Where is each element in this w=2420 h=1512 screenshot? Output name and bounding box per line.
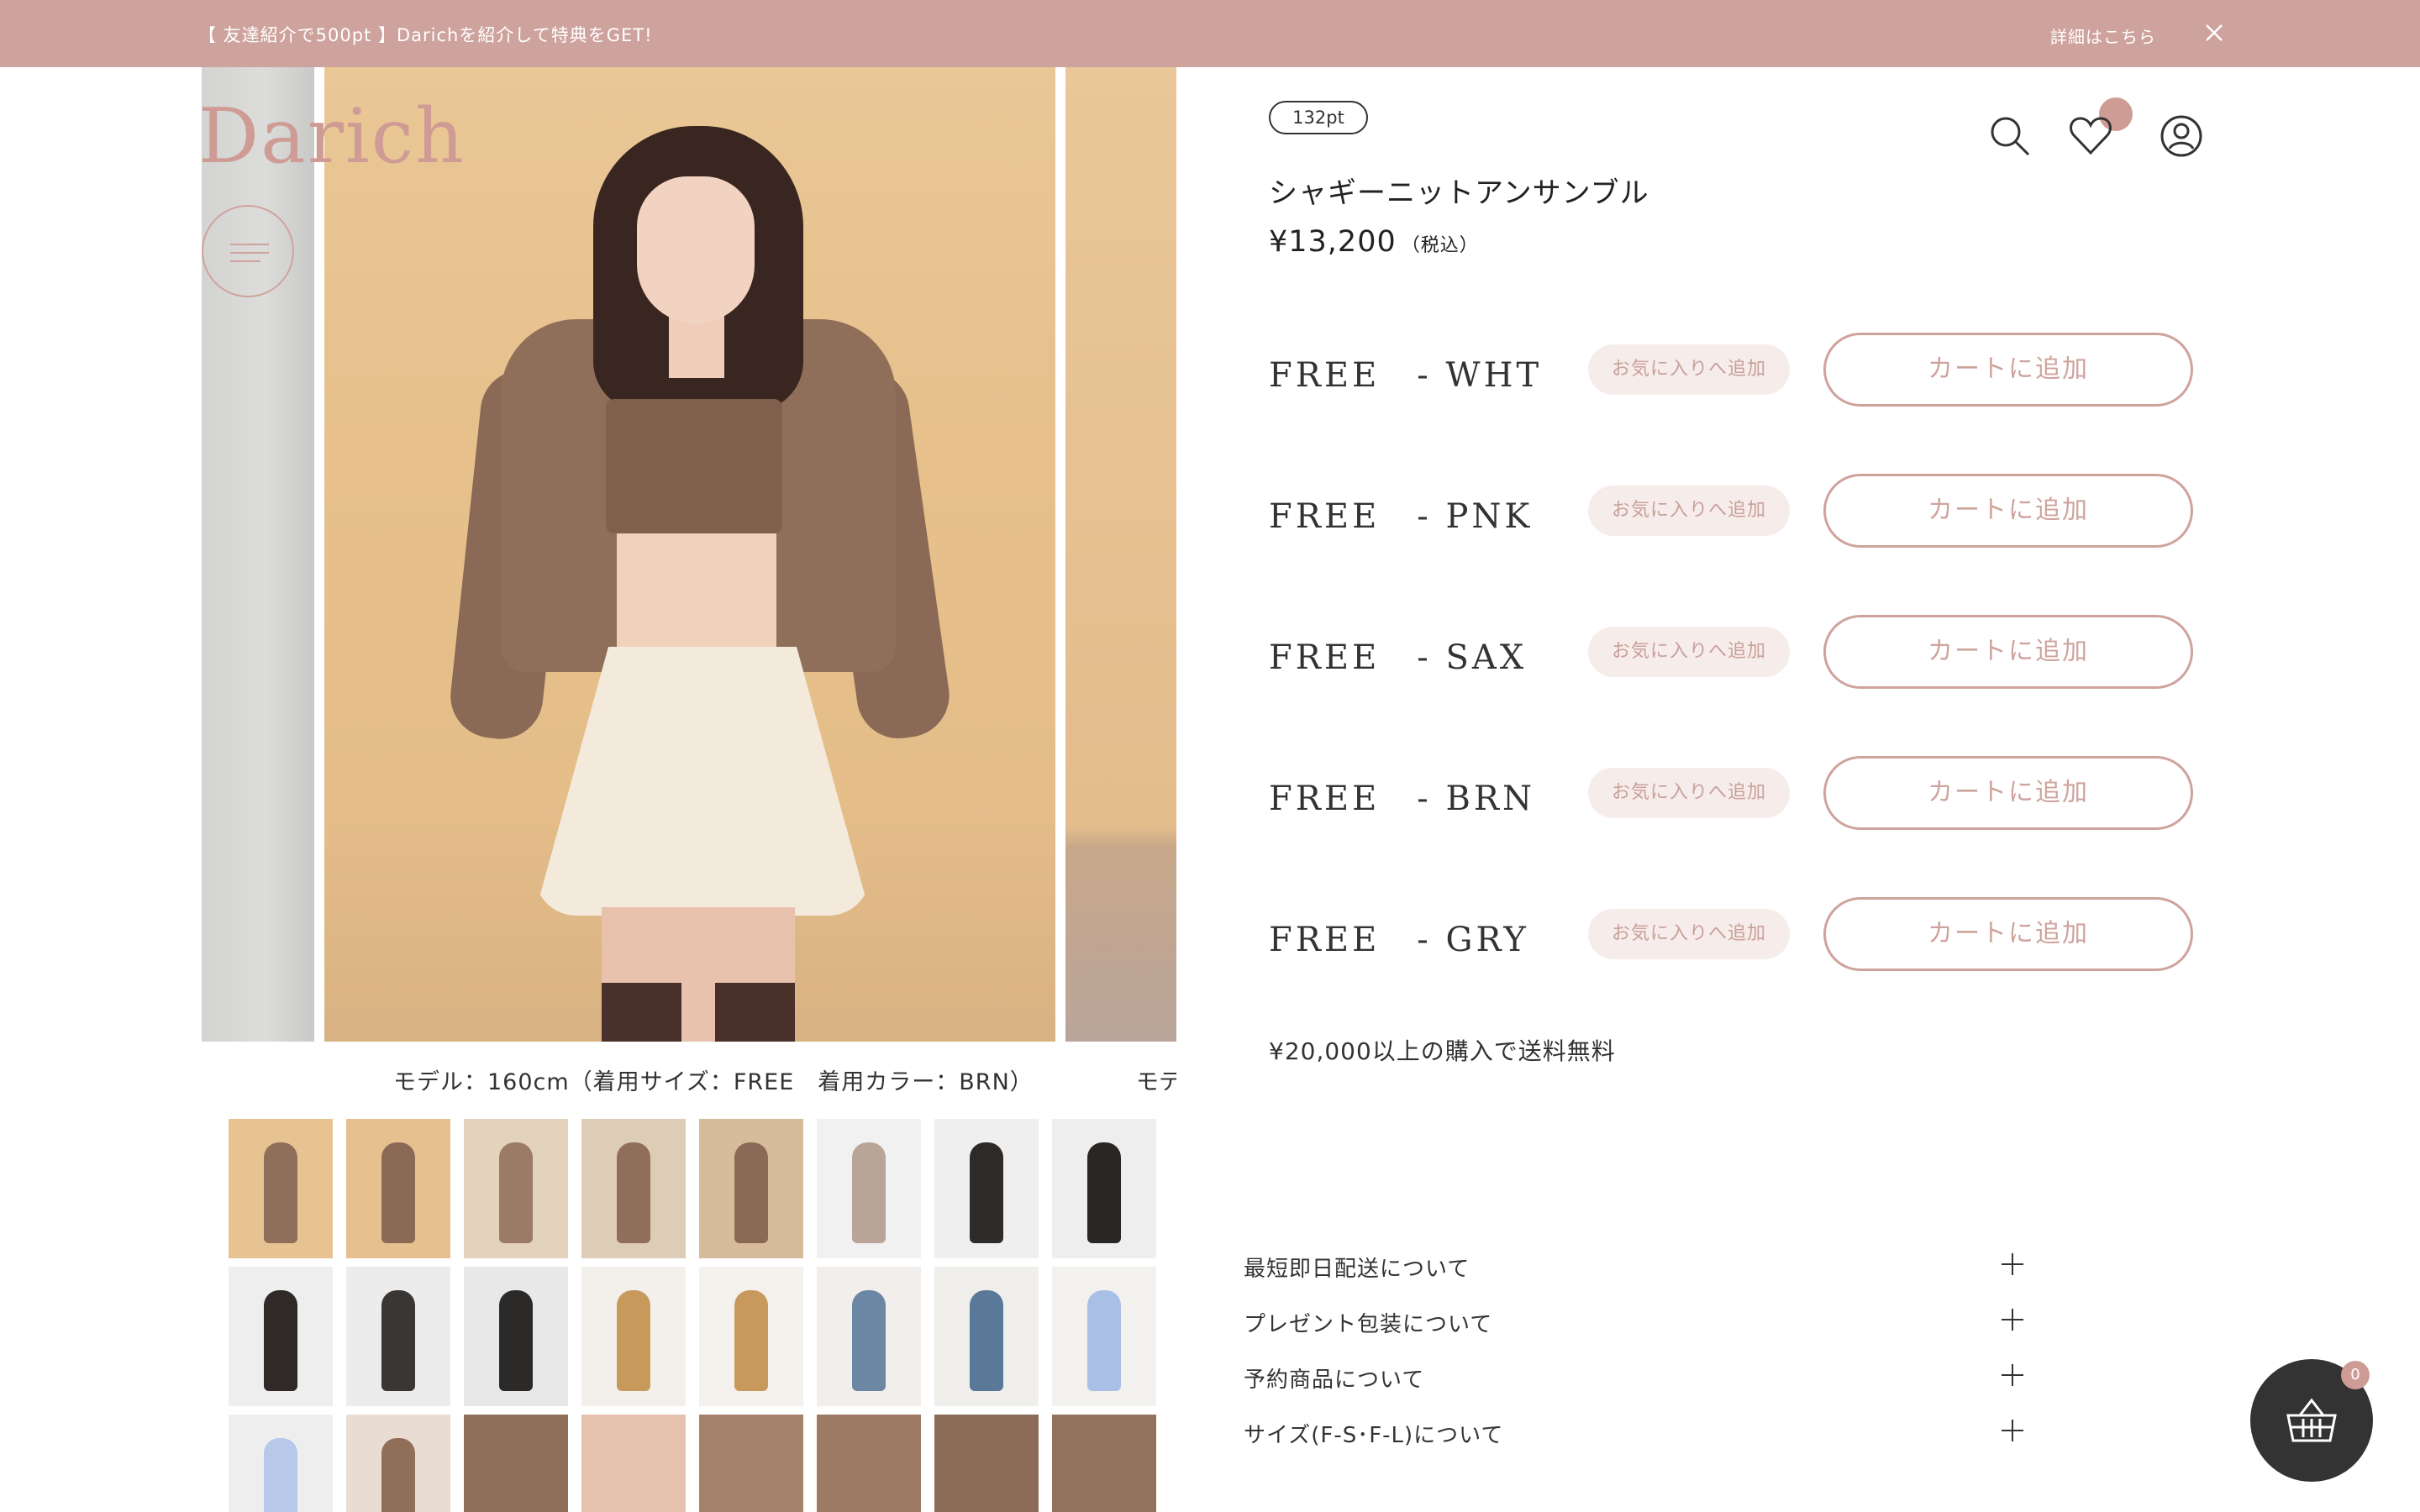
add-to-favorites-button[interactable]: お気に入りへ追加	[1588, 909, 1790, 959]
thumbnail[interactable]	[817, 1267, 921, 1406]
add-to-cart-button[interactable]: カートに追加	[1823, 897, 2193, 971]
thumbnail[interactable]	[229, 1415, 333, 1512]
thumbnail[interactable]	[464, 1415, 568, 1512]
model-skirt	[534, 647, 871, 916]
add-to-cart-button[interactable]: カートに追加	[1823, 756, 2193, 830]
cart-count-badge: 0	[2341, 1361, 2370, 1389]
accordion-label: 予約商品について	[1244, 1368, 1425, 1393]
accordion-size[interactable]: サイズ(F-S･F-L)について	[1244, 1415, 2025, 1448]
tax-note: （税込）	[1401, 235, 1479, 256]
add-to-cart-button[interactable]: カートに追加	[1823, 474, 2193, 548]
thumbnail-grid	[229, 1119, 1156, 1512]
caption-current: モデル：160cm（着用サイズ：FREE 着用カラー：BRN）	[393, 1069, 1034, 1094]
variant-label-gry: FREE - GRY	[1269, 921, 1529, 959]
add-to-favorites-button[interactable]: お気に入りへ追加	[1588, 486, 1790, 536]
accordion-same-day-shipping[interactable]: 最短即日配送について	[1244, 1248, 2025, 1282]
model-caption: モデル：160cm（着用サイズ：FREE 着用カラー：BRN） モテ	[202, 1060, 1176, 1094]
variant-label-sax: FREE - SAX	[1269, 638, 1528, 677]
add-to-favorites-button[interactable]: お気に入りへ追加	[1588, 627, 1790, 677]
user-icon[interactable]	[2158, 113, 2205, 160]
thumbnail[interactable]	[464, 1119, 568, 1258]
model-midriff	[617, 533, 776, 659]
thumbnail[interactable]	[464, 1267, 568, 1406]
thumbnail[interactable]	[581, 1267, 686, 1406]
accordion-label: 最短即日配送について	[1244, 1257, 1470, 1282]
thumbnail[interactable]	[934, 1415, 1039, 1512]
thumbnail[interactable]	[581, 1415, 686, 1512]
thumbnail[interactable]	[1052, 1267, 1156, 1406]
add-to-cart-button[interactable]: カートに追加	[1823, 333, 2193, 407]
thumbnail[interactable]	[934, 1267, 1039, 1406]
add-to-favorites-button[interactable]: お気に入りへ追加	[1588, 344, 1790, 395]
announcement-bar: 【 友達紹介で500pt 】Darichを紹介して特典をGET! 詳細はこちら	[0, 0, 2420, 67]
variant-label-brn: FREE - BRN	[1269, 780, 1536, 818]
search-icon[interactable]	[1986, 113, 2033, 160]
announcement-details-link[interactable]: 詳細はこちら	[2050, 24, 2156, 48]
accordion-preorder[interactable]: 予約商品について	[1244, 1359, 2025, 1393]
announcement-message[interactable]: 【 友達紹介で500pt 】Darichを紹介して特典をGET!	[198, 22, 653, 47]
model-sock-left	[602, 983, 681, 1042]
thumbnail[interactable]	[817, 1119, 921, 1258]
price-value: ¥13,200	[1269, 225, 1397, 259]
accordion-gift-wrapping[interactable]: プレゼント包装について	[1244, 1304, 2025, 1337]
model-knit-top	[606, 399, 782, 533]
close-icon[interactable]	[2200, 18, 2228, 47]
basket-icon	[2281, 1390, 2342, 1451]
add-to-cart-button[interactable]: カートに追加	[1823, 615, 2193, 689]
thumbnail[interactable]	[699, 1415, 803, 1512]
plus-icon[interactable]	[2002, 1420, 2023, 1441]
hamburger-menu-icon[interactable]	[202, 205, 294, 297]
heart-icon[interactable]	[2067, 113, 2114, 160]
thumbnail[interactable]	[934, 1119, 1039, 1258]
plus-icon[interactable]	[2002, 1309, 2023, 1331]
product-price: ¥13,200 （税込）	[1269, 225, 1479, 259]
carousel-slide-next[interactable]	[1065, 67, 1176, 1042]
free-shipping-note: ¥20,000以上の購入で送料無料	[1269, 1037, 1616, 1065]
plus-icon[interactable]	[2002, 1364, 2023, 1386]
thumbnail[interactable]	[1052, 1119, 1156, 1258]
thumbnail[interactable]	[817, 1415, 921, 1512]
accordion-label: プレゼント包装について	[1244, 1312, 1493, 1337]
product-name: シャギーニットアンサンブル	[1269, 176, 1649, 210]
thumbnail[interactable]	[1052, 1415, 1156, 1512]
thumbnail[interactable]	[346, 1267, 450, 1406]
caption-next: モテ	[1136, 1069, 1176, 1094]
thumbnail[interactable]	[699, 1119, 803, 1258]
add-to-favorites-button[interactable]: お気に入りへ追加	[1588, 768, 1790, 818]
model-sock-right	[715, 983, 795, 1042]
variant-label-pnk: FREE - PNK	[1269, 497, 1534, 536]
brand-logo[interactable]: Darich	[198, 92, 466, 181]
thumbnail[interactable]	[229, 1119, 333, 1258]
thumbnail[interactable]	[581, 1119, 686, 1258]
carousel-slide-current[interactable]	[324, 67, 1055, 1042]
thumbnail[interactable]	[699, 1267, 803, 1406]
thumbnail[interactable]	[346, 1415, 450, 1512]
product-image-carousel[interactable]	[202, 67, 1176, 1042]
model-face	[637, 176, 755, 323]
plus-icon[interactable]	[2002, 1253, 2023, 1275]
accordion-label: サイズ(F-S･F-L)について	[1244, 1423, 1504, 1448]
points-badge: 132pt	[1269, 101, 1368, 134]
thumbnail[interactable]	[346, 1119, 450, 1258]
thumbnail[interactable]	[229, 1267, 333, 1406]
variant-label-wht: FREE - WHT	[1269, 356, 1543, 395]
